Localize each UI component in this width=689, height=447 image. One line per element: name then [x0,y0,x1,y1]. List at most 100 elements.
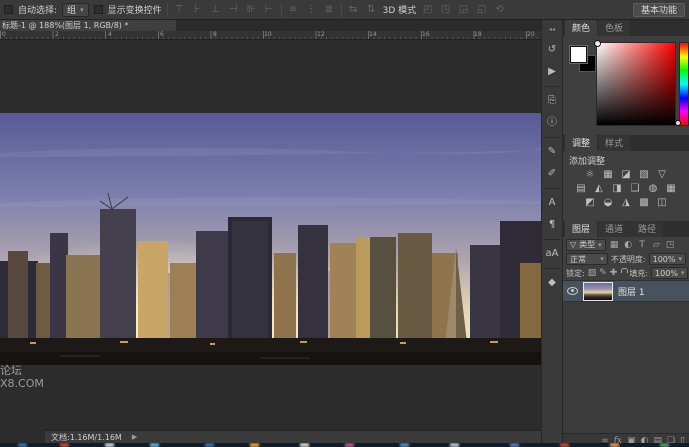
exposure-icon[interactable]: ▧ [637,169,651,181]
character-icon[interactable]: A [544,195,560,211]
invert-icon[interactable]: ◩ [583,197,597,209]
brightness-contrast-icon[interactable]: ☼ [583,169,597,181]
filter-adjustment-layers-icon[interactable]: ◐ [623,240,634,250]
3d-rotate-icon[interactable]: ◰ [421,4,434,15]
status-options-arrow-icon[interactable]: ▶ [132,433,137,441]
ruler-tick: 8 [213,31,217,38]
saturation-brightness-picker[interactable] [596,42,676,126]
3d-roll-icon[interactable]: ◳ [439,4,452,15]
auto-distribute-icon[interactable]: ⇅ [365,4,378,15]
adjustments-panel-tabs: 调整 样式 [563,135,689,151]
filter-pixel-layers-icon[interactable]: ▦ [609,240,620,250]
3d-scale-icon[interactable]: ⟲ [493,4,506,15]
history-icon[interactable]: ↺ [544,42,560,58]
channel-mixer-icon[interactable]: ◍ [646,183,660,195]
tool-presets-icon[interactable]: ✐ [544,166,560,182]
photo-filter-icon[interactable]: ❏ [628,183,642,195]
threshold-icon[interactable]: ◮ [619,197,633,209]
color-balance-icon[interactable]: ◭ [592,183,606,195]
actions-icon[interactable]: ▶ [544,64,560,80]
3d-slide-icon[interactable]: ◱ [475,4,488,15]
filter-smart-objects-icon[interactable]: ◳ [665,240,676,250]
show-transform-checkbox[interactable] [94,5,103,14]
tab-color[interactable]: 颜色 [565,20,597,36]
distribute-top-icon[interactable]: ≡ [287,4,300,15]
separator [167,3,168,17]
character-styles-icon[interactable]: aA [544,246,560,262]
workspace-button[interactable]: 基本功能 [633,3,685,17]
color-panel-tabs: 颜色 色板 [563,20,689,36]
align-hcenter-icon[interactable]: ⊪ [245,4,258,15]
layer-visibility-eye-icon[interactable] [567,287,578,295]
adjustments-panel: 添加调整 ☼ ▦ ◪ ▧ ▽ ▤ ◭ ◨ ❏ ◍ ▦ ◩ ◒ ◮ ▩ ◫ [563,151,689,221]
fill-field[interactable]: 100% ▾ [651,267,688,279]
watermark-line1: 论坛 [0,364,44,377]
3d-icon[interactable]: ◆ [544,275,560,291]
align-top-icon[interactable]: ⊤ [173,4,186,15]
posterize-icon[interactable]: ◒ [601,197,615,209]
layer-list-empty-area[interactable] [563,302,689,433]
align-left-icon[interactable]: ⊣ [227,4,240,15]
lock-row: 锁定: ▨ ✎ ✚ 填充: 100% ▾ [563,266,689,280]
distribute-vcenter-icon[interactable]: ⋮ [305,4,318,15]
auto-select-dropdown[interactable]: 组 ▾ [62,3,89,17]
curves-icon[interactable]: ◪ [619,169,633,181]
hue-slider[interactable] [679,42,689,126]
align-right-icon[interactable]: ⊢ [263,4,276,15]
align-vcenter-icon[interactable]: ⊦ [191,4,204,15]
chevron-down-icon: ▾ [681,269,685,277]
watermark-line2: X8.COM [0,377,44,390]
levels-icon[interactable]: ▦ [601,169,615,181]
info-icon[interactable]: ⓘ [544,115,560,131]
layer-thumbnail[interactable] [583,282,613,301]
document-tab[interactable]: 标题-1 @ 188%(图层 1, RGB/8) * [0,20,176,31]
separator [281,3,282,17]
panel-column: 颜色 色板 调整 样式 添加调整 ☼ ▦ ◪ ▧ ▽ [563,20,689,443]
auto-select-checkbox[interactable] [4,5,13,14]
layer-filter-dropdown[interactable]: ▽ 类型 ▾ [566,239,606,251]
3d-drag-icon[interactable]: ◲ [457,4,470,15]
paragraph-icon[interactable]: ¶ [544,217,560,233]
document-image[interactable] [0,113,541,365]
tab-styles[interactable]: 样式 [598,135,630,151]
filter-type-layers-icon[interactable]: T [637,240,648,250]
lock-image-pixels-icon[interactable]: ✎ [599,268,607,278]
lock-position-icon[interactable]: ✚ [610,268,618,278]
tab-channels[interactable]: 通道 [598,221,630,237]
taskbar-icon [300,443,309,447]
clone-source-icon[interactable]: ⎘ [544,93,560,109]
chevron-down-icon: ▾ [80,6,84,14]
opacity-field[interactable]: 100% ▾ [649,253,686,265]
tab-adjustments[interactable]: 调整 [565,135,597,151]
separator [544,268,560,269]
layer-name: 图层 1 [618,285,645,298]
auto-align-icon[interactable]: ⇆ [347,4,360,15]
distribute-bottom-icon[interactable]: ≣ [323,4,336,15]
selective-color-icon[interactable]: ◫ [655,197,669,209]
lock-transparent-pixels-icon[interactable]: ▨ [588,268,597,278]
hue-saturation-icon[interactable]: ▤ [574,183,588,195]
color-picker-marker[interactable] [594,40,601,47]
tab-layers[interactable]: 图层 [565,221,597,237]
color-lookup-icon[interactable]: ▦ [664,183,678,195]
horizontal-ruler[interactable]: 0 2 4 6 8 10 12 14 16 18 20 [0,31,541,40]
align-bottom-icon[interactable]: ⊥ [209,4,222,15]
taskbar-icon [18,443,27,447]
tab-paths[interactable]: 路径 [631,221,663,237]
brush-presets-icon[interactable]: ✎ [544,144,560,160]
black-white-icon[interactable]: ◨ [610,183,624,195]
tab-swatches[interactable]: 色板 [598,20,630,36]
auto-select-label: 自动选择: [18,3,57,16]
show-transform-label: 显示变换控件 [108,3,162,16]
blend-mode-row: 正常 ▾ 不透明度: 100% ▾ [563,252,689,266]
hue-slider-marker[interactable] [675,120,681,126]
opacity-value: 100% [653,255,676,264]
layer-row-selected[interactable]: 图层 1 [563,280,689,302]
gradient-map-icon[interactable]: ▩ [637,197,651,209]
collapse-dock-icon[interactable]: ◂◂ [549,26,555,33]
filter-shape-layers-icon[interactable]: ▱ [651,240,662,250]
foreground-color-swatch[interactable] [570,46,587,63]
vibrance-icon[interactable]: ▽ [655,169,669,181]
canvas-area[interactable] [0,40,541,430]
blend-mode-dropdown[interactable]: 正常 ▾ [566,253,608,265]
